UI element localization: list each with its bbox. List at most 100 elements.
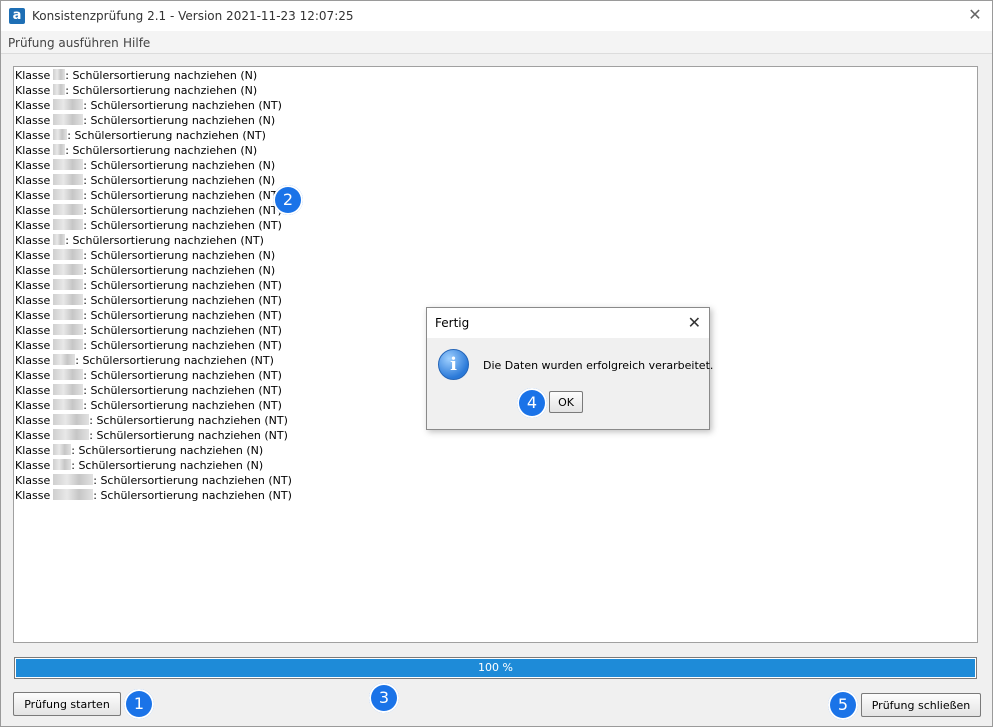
log-line-text: : Schülersortierung nachziehen (N) bbox=[65, 84, 258, 97]
menu-hilfe[interactable]: Hilfe bbox=[123, 36, 150, 50]
log-line: Klasse : Schülersortierung nachziehen (NT… bbox=[15, 233, 292, 248]
log-line-text: : Schülersortierung nachziehen (N) bbox=[83, 174, 276, 187]
log-line-prefix: Klasse bbox=[15, 69, 51, 82]
redacted-class-name bbox=[53, 234, 66, 245]
log-line-prefix: Klasse bbox=[15, 174, 51, 187]
log-line: Klasse: Schülersortierung nachziehen (NT… bbox=[15, 218, 292, 233]
log-line: Klasse : Schülersortierung nachziehen (NT… bbox=[15, 293, 292, 308]
redacted-class-name bbox=[53, 429, 90, 440]
redacted-class-name bbox=[53, 369, 84, 380]
log-line-text: : Schülersortierung nachziehen (NT) bbox=[89, 429, 288, 442]
log-line-text: : Schülersortierung nachziehen (NT) bbox=[83, 339, 282, 352]
log-line-prefix: Klasse bbox=[15, 324, 51, 337]
redacted-class-name bbox=[53, 354, 76, 365]
log-line-text: : Schülersortierung nachziehen (NT) bbox=[93, 489, 292, 502]
log-line-text: : Schülersortierung nachziehen (NT) bbox=[93, 474, 292, 487]
start-check-button[interactable]: Prüfung starten bbox=[13, 692, 121, 716]
log-line-text: : Schülersortierung nachziehen (NT) bbox=[83, 189, 282, 202]
redacted-class-name bbox=[53, 174, 84, 185]
close-check-button[interactable]: Prüfung schließen bbox=[861, 693, 981, 717]
log-line-prefix: Klasse bbox=[15, 114, 51, 127]
log-line: Klasse: Schülersortierung nachziehen (NT… bbox=[15, 383, 292, 398]
ok-button[interactable]: OK bbox=[549, 391, 583, 413]
log-line-prefix: Klasse bbox=[15, 444, 51, 457]
log-line-text: : Schülersortierung nachziehen (NT) bbox=[83, 294, 282, 307]
log-line: Klasse : Schülersortierung nachziehen (NT… bbox=[15, 488, 292, 503]
annotation-badge-4: 4 bbox=[517, 388, 547, 418]
annotation-badge-5: 5 bbox=[828, 690, 858, 720]
redacted-class-name bbox=[53, 219, 84, 230]
log-line-text: : Schülersortierung nachziehen (NT) bbox=[83, 99, 282, 112]
redacted-class-name bbox=[53, 249, 84, 260]
redacted-class-name bbox=[53, 339, 84, 350]
log-line-prefix: Klasse bbox=[15, 144, 51, 157]
info-icon: i bbox=[438, 349, 469, 380]
log-line-text: : Schülersortierung nachziehen (NT) bbox=[83, 399, 282, 412]
redacted-class-name bbox=[53, 264, 84, 275]
log-line: Klasse: Schülersortierung nachziehen (NT… bbox=[15, 308, 292, 323]
dialog-close-icon[interactable]: ✕ bbox=[688, 313, 701, 332]
redacted-class-name bbox=[53, 384, 84, 395]
log-line-text: : Schülersortierung nachziehen (N) bbox=[71, 459, 264, 472]
redacted-class-name bbox=[53, 159, 84, 170]
annotation-badge-1: 1 bbox=[124, 689, 154, 719]
log-line-text: : Schülersortierung nachziehen (NT) bbox=[65, 234, 264, 247]
info-dialog: Fertig ✕ i Die Daten wurden erfolgreich … bbox=[426, 307, 714, 430]
log-line-text: : Schülersortierung nachziehen (N) bbox=[83, 249, 276, 262]
log-line-text: : Schülersortierung nachziehen (NT) bbox=[83, 384, 282, 397]
log-line-prefix: Klasse bbox=[15, 489, 51, 502]
log-line: Klasse: Schülersortierung nachziehen (N) bbox=[15, 158, 292, 173]
log-line-text: : Schülersortierung nachziehen (N) bbox=[83, 264, 276, 277]
redacted-class-name bbox=[53, 189, 84, 200]
log-line-prefix: Klasse bbox=[15, 309, 51, 322]
redacted-class-name bbox=[53, 399, 84, 410]
log-lines: Klasse : Schülersortierung nachziehen (N)… bbox=[15, 68, 292, 503]
log-line: Klasse : Schülersortierung nachziehen (N) bbox=[15, 263, 292, 278]
log-line-text: : Schülersortierung nachziehen (NT) bbox=[83, 324, 282, 337]
log-line-prefix: Klasse bbox=[15, 189, 51, 202]
log-line: Klasse : Schülersortierung nachziehen (NT… bbox=[15, 428, 292, 443]
log-line-prefix: Klasse bbox=[15, 474, 51, 487]
log-line: Klasse: Schülersortierung nachziehen (N) bbox=[15, 143, 292, 158]
log-line: Klasse : Schülersortierung nachziehen (N) bbox=[15, 173, 292, 188]
log-line-prefix: Klasse bbox=[15, 429, 51, 442]
log-line-text: : Schülersortierung nachziehen (NT) bbox=[67, 129, 266, 142]
log-line-prefix: Klasse bbox=[15, 294, 51, 307]
log-line-prefix: Klasse bbox=[15, 264, 51, 277]
menu-bar: Prüfung ausführen Hilfe bbox=[1, 31, 992, 54]
log-line-prefix: Klasse bbox=[15, 369, 51, 382]
log-line-prefix: Klasse bbox=[15, 459, 51, 472]
redacted-class-name bbox=[53, 459, 72, 470]
redacted-class-name bbox=[53, 99, 84, 110]
log-line: Klasse : Schülersortierung nachziehen (NT… bbox=[15, 398, 292, 413]
log-line-prefix: Klasse bbox=[15, 339, 51, 352]
log-line-prefix: Klasse bbox=[15, 234, 51, 247]
log-line: Klasse : Schülersortierung nachziehen (N) bbox=[15, 83, 292, 98]
log-line-text: : Schülersortierung nachziehen (N) bbox=[71, 444, 264, 457]
menu-pruefung-ausfuehren[interactable]: Prüfung ausführen bbox=[8, 36, 119, 50]
redacted-class-name bbox=[53, 444, 72, 455]
log-line-prefix: Klasse bbox=[15, 399, 51, 412]
redacted-class-name bbox=[53, 309, 84, 320]
log-line-prefix: Klasse bbox=[15, 204, 51, 217]
log-line-text: : Schülersortierung nachziehen (NT) bbox=[83, 204, 282, 217]
log-line-prefix: Klasse bbox=[15, 249, 51, 262]
redacted-class-name bbox=[53, 129, 68, 140]
log-line: Klasse : Schülersortierung nachziehen (NT… bbox=[15, 338, 292, 353]
log-line: Klasse : Schülersortierung nachziehen (N) bbox=[15, 248, 292, 263]
dialog-message: Die Daten wurden erfolgreich verarbeitet… bbox=[483, 359, 714, 372]
redacted-class-name bbox=[53, 324, 84, 335]
log-line-prefix: Klasse bbox=[15, 279, 51, 292]
redacted-class-name bbox=[53, 489, 94, 500]
redacted-class-name bbox=[53, 114, 84, 125]
log-line-text: : Schülersortierung nachziehen (N) bbox=[83, 114, 276, 127]
log-line: Klasse: Schülersortierung nachziehen (NT… bbox=[15, 353, 292, 368]
log-line: Klasse : Schülersortierung nachziehen (N) bbox=[15, 458, 292, 473]
log-line: Klasse: Schülersortierung nachziehen (NT… bbox=[15, 98, 292, 113]
log-line-prefix: Klasse bbox=[15, 414, 51, 427]
progress-label: 100 % bbox=[478, 661, 513, 674]
log-line: Klasse: Schülersortierung nachziehen (NT… bbox=[15, 368, 292, 383]
window-close-icon[interactable]: ✕ bbox=[964, 4, 986, 26]
log-line: Klasse : Schülersortierung nachziehen (NT… bbox=[15, 188, 292, 203]
log-line-prefix: Klasse bbox=[15, 84, 51, 97]
